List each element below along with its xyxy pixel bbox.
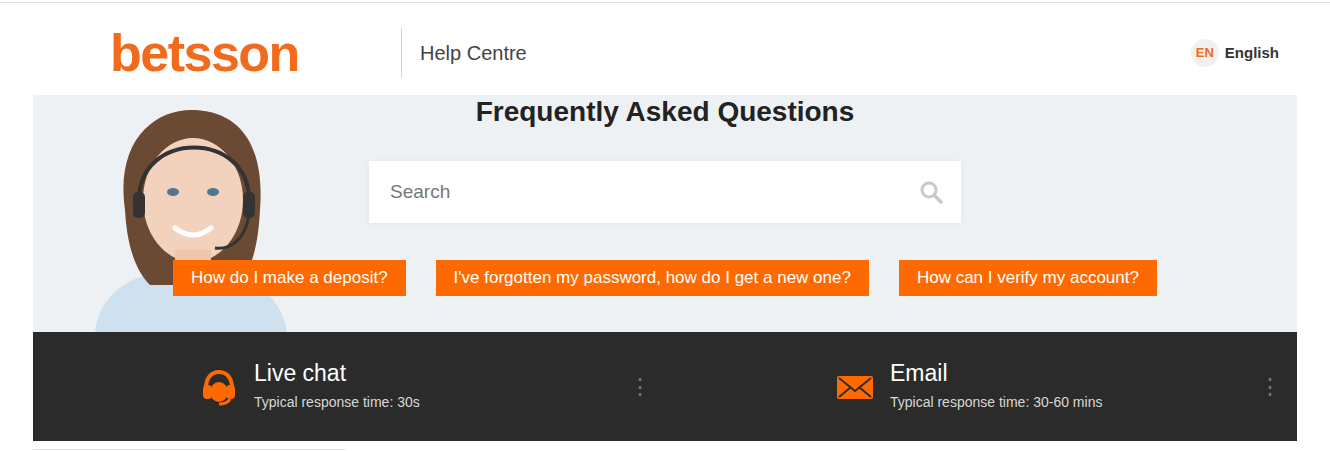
contact-text: Live chat Typical response time: 30s bbox=[254, 360, 420, 413]
quick-link-button[interactable]: How do I make a deposit? bbox=[173, 260, 406, 296]
search-icon[interactable] bbox=[919, 180, 943, 204]
contact-bar: Live chatTypical response time: 30s⋮Emai… bbox=[33, 332, 1297, 441]
more-menu[interactable]: ⋮ bbox=[1259, 376, 1281, 398]
betsson-logo[interactable]: betsson bbox=[110, 27, 299, 79]
language-selector[interactable]: EN English bbox=[1191, 39, 1297, 67]
envelope-icon[interactable] bbox=[836, 368, 874, 406]
language-label[interactable]: English bbox=[1225, 42, 1279, 65]
search-box[interactable] bbox=[369, 161, 961, 223]
faq-title: Frequently Asked Questions bbox=[33, 95, 1297, 129]
hero-banner: Frequently Asked Questions How do I make… bbox=[33, 95, 1297, 332]
language-code[interactable]: EN bbox=[1191, 39, 1219, 67]
quick-links: How do I make a deposit? I've forgotten m… bbox=[33, 260, 1297, 296]
contact-label[interactable]: Email bbox=[890, 360, 1102, 388]
contact-text: Email Typical response time: 30-60 mins bbox=[890, 360, 1102, 413]
contact-label[interactable]: Live chat bbox=[254, 360, 420, 388]
more-menu[interactable]: ⋮ bbox=[629, 376, 651, 398]
headset-icon[interactable] bbox=[200, 368, 238, 406]
quick-link-button[interactable]: I've forgotten my password, how do I get… bbox=[436, 260, 869, 296]
response-time: Typical response time: 30-60 mins bbox=[890, 392, 1102, 413]
help-centre-title[interactable]: Help Centre bbox=[402, 38, 527, 68]
header-divider bbox=[401, 28, 402, 78]
support-agent-photo bbox=[55, 100, 325, 332]
quick-link-button[interactable]: How can I verify my account? bbox=[899, 260, 1157, 296]
site-header: betsson Help Centre EN English bbox=[33, 3, 1297, 103]
search-input[interactable] bbox=[388, 177, 919, 208]
email-contact[interactable]: Email Typical response time: 30-60 mins ⋮ bbox=[663, 332, 1293, 441]
chat-contact[interactable]: Live chat Typical response time: 30s ⋮ bbox=[33, 332, 663, 441]
response-time: Typical response time: 30s bbox=[254, 392, 420, 413]
